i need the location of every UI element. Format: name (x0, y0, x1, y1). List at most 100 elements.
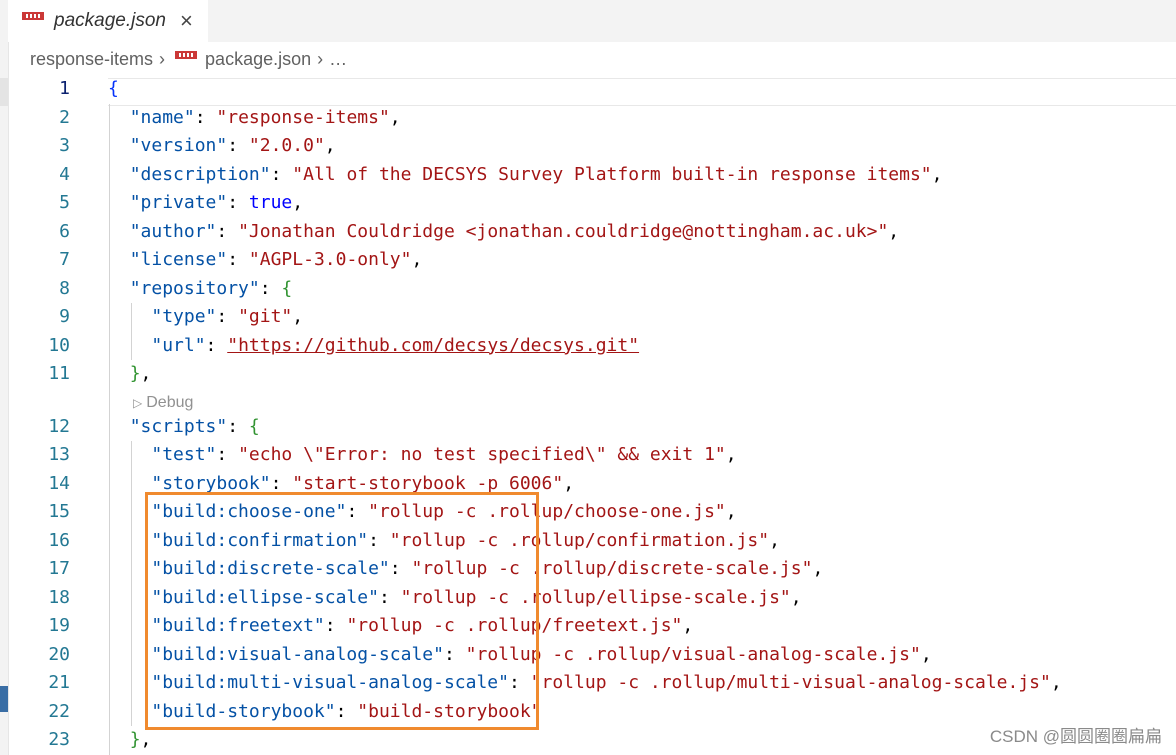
code-line[interactable]: 17 "build:discrete-scale": "rollup -c .r… (8, 555, 1176, 583)
npm-icon (175, 51, 198, 59)
code-line[interactable]: 2 "name": "response-items", (8, 104, 1176, 132)
code-text: "storybook": "start-storybook -p 6006", (108, 470, 574, 498)
code-line[interactable]: 13 "test": "echo \"Error: no test specif… (8, 441, 1176, 469)
tab-package-json[interactable]: package.json × (8, 0, 208, 42)
codelens-label: Debug (146, 393, 194, 411)
code-token: "rollup -c .rollup/multi-visual-analog-s… (530, 672, 1051, 693)
code-token: : (270, 163, 293, 185)
code-token: , (812, 558, 824, 579)
close-icon[interactable]: × (180, 8, 193, 34)
code-token: "test" (151, 444, 217, 465)
code-token: : (227, 135, 249, 156)
indent-guide (131, 303, 132, 360)
line-number: 17 (48, 558, 70, 579)
code-editor[interactable]: 1{2 "name": "response-items", 3 "version"… (8, 75, 1176, 755)
code-line[interactable]: 12 "scripts": { (8, 413, 1176, 441)
code-line[interactable]: 14 "storybook": "start-storybook -p 6006… (8, 470, 1176, 498)
code-token: , (725, 444, 737, 465)
code-token: : (389, 558, 412, 579)
code-line[interactable]: 18 "build:ellipse-scale": "rollup -c .ro… (8, 584, 1176, 612)
code-token: : (259, 277, 282, 299)
line-number: 10 (48, 334, 70, 356)
code-token: "rollup -c .rollup/discrete-scale.js" (411, 558, 813, 579)
code-token: , (920, 643, 932, 665)
code-token: "response-items" (216, 106, 390, 128)
breadcrumb-file[interactable]: package.json (205, 49, 311, 70)
code-line[interactable]: 3 "version": "2.0.0", (8, 132, 1176, 160)
code-token: : (335, 700, 358, 722)
line-number: 11 (48, 363, 70, 384)
code-token: , (411, 249, 423, 270)
code-token: "start-storybook -p 6006" (292, 472, 564, 494)
line-number: 21 (48, 672, 70, 693)
code-token: : (227, 415, 249, 437)
code-line[interactable]: 1{ (8, 75, 1176, 103)
code-text: "repository": { (108, 275, 293, 303)
code-token: "description" (129, 163, 271, 185)
code-text: "author": "Jonathan Couldridge <jonathan… (108, 218, 899, 246)
code-text: }, (108, 726, 152, 754)
code-token: : (216, 220, 239, 242)
code-text: "build:visual-analog-scale": "rollup -c … (108, 641, 932, 669)
code-token: { (248, 415, 260, 437)
code-text: "name": "response-items", (108, 104, 401, 132)
code-line[interactable]: 4 "description": "All of the DECSYS Surv… (8, 161, 1176, 189)
code-token: : (443, 643, 466, 665)
code-token: : (508, 672, 531, 693)
code-token: : (216, 444, 239, 465)
line-number: 6 (59, 220, 70, 242)
code-token: "build:choose-one" (151, 501, 347, 522)
line-number: 23 (48, 729, 70, 750)
breadcrumb-folder[interactable]: response-items (30, 49, 153, 70)
code-text: "scripts": { (108, 413, 260, 441)
code-line[interactable]: 21 "build:multi-visual-analog-scale": "r… (8, 669, 1176, 697)
code-token: "repository" (129, 277, 260, 299)
code-line[interactable]: 16 "build:confirmation": "rollup -c .rol… (8, 527, 1176, 555)
code-token: : (368, 529, 390, 551)
codelens-debug[interactable]: ▷ Debug (133, 393, 193, 413)
code-text: "private": true, (108, 189, 303, 217)
code-token: : (346, 501, 369, 522)
code-line[interactable]: 6 "author": "Jonathan Couldridge <jonath… (8, 218, 1176, 246)
code-line[interactable]: 5 "private": true, (8, 189, 1176, 217)
code-text: "build-storybook": "build-storybook" (108, 698, 541, 726)
code-token: "private" (129, 192, 228, 213)
line-number: 15 (48, 501, 70, 522)
code-line[interactable]: 9 "type": "git", (8, 303, 1176, 331)
chevron-right-icon: › (159, 48, 166, 69)
tab-title: package.json (54, 10, 166, 31)
code-token: "rollup -c .rollup/freetext.js" (346, 615, 683, 636)
code-token: { (281, 277, 293, 299)
code-text: "test": "echo \"Error: no test specified… (108, 441, 737, 469)
line-number: 2 (59, 106, 70, 128)
code-line[interactable]: 10 "url": "https://github.com/decsys/dec… (8, 332, 1176, 360)
code-text: "url": "https://github.com/decsys/decsys… (108, 332, 639, 360)
line-number: 22 (48, 700, 70, 722)
indent-guide (131, 441, 132, 726)
code-line[interactable]: 8 "repository": { (8, 275, 1176, 303)
code-token: : (216, 306, 239, 327)
code-token: "https://github.com/decsys/decsys.git" (227, 334, 640, 356)
breadcrumb: response-items › package.json › … (8, 43, 1176, 75)
code-line[interactable]: 19 "build:freetext": "rollup -c .rollup/… (8, 612, 1176, 640)
line-number: 4 (59, 163, 70, 185)
code-line[interactable]: 7 "license": "AGPL-3.0-only", (8, 246, 1176, 274)
code-token: , (725, 501, 737, 522)
code-line[interactable]: 11 }, (8, 360, 1176, 388)
code-line[interactable]: 20 "build:visual-analog-scale": "rollup … (8, 641, 1176, 669)
line-number: 16 (48, 529, 70, 551)
code-line[interactable]: 15 "build:choose-one": "rollup -c .rollu… (8, 498, 1176, 526)
breadcrumb-more[interactable]: … (329, 49, 347, 70)
code-token: "storybook" (151, 472, 271, 494)
